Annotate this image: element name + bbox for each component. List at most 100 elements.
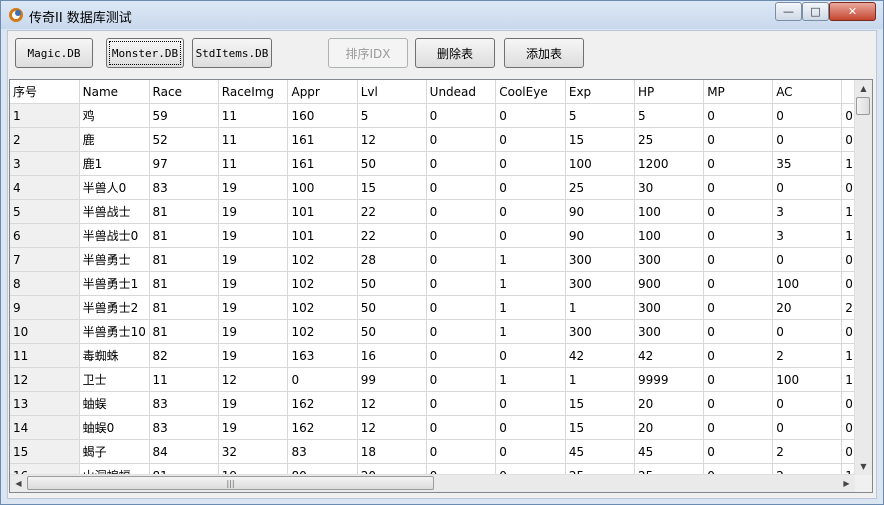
table-cell[interactable]: 0 (426, 151, 497, 176)
row-number-cell[interactable]: 9 (10, 295, 80, 320)
table-cell[interactable]: 19 (218, 319, 289, 344)
table-cell[interactable]: 102 (287, 247, 358, 272)
table-row[interactable]: 8 半兽勇士1 81 19 102 50 0 1 300 900 0 100 0 (10, 271, 872, 296)
column-header[interactable]: HP (634, 80, 705, 104)
table-cell[interactable]: 0 (426, 247, 497, 272)
table-cell[interactable]: 35 (772, 151, 843, 176)
table-cell[interactable]: 50 (357, 271, 427, 296)
table-cell[interactable]: 蝎子 (79, 439, 150, 464)
table-cell[interactable]: 1 (495, 247, 566, 272)
table-cell[interactable]: 50 (357, 295, 427, 320)
table-cell[interactable]: 19 (218, 223, 289, 248)
stditems-db-button[interactable]: StdItems.DB (192, 38, 272, 68)
table-cell[interactable]: 100 (634, 199, 705, 224)
table-row[interactable]: 3 鹿1 97 11 161 50 0 0 100 1200 0 35 1 (10, 151, 872, 176)
table-cell[interactable]: 45 (565, 439, 635, 464)
table-cell[interactable]: 102 (287, 295, 358, 320)
table-cell[interactable]: 162 (287, 415, 358, 440)
table-cell[interactable]: 蚰蜈0 (79, 415, 150, 440)
table-cell[interactable]: 5 (565, 103, 635, 128)
table-cell[interactable]: 半兽人0 (79, 175, 150, 200)
minimize-button[interactable]: — (775, 2, 802, 21)
table-cell[interactable]: 81 (149, 271, 219, 296)
table-cell[interactable]: 半兽勇士 (79, 247, 150, 272)
table-cell[interactable]: 0 (495, 151, 566, 176)
row-number-cell[interactable]: 5 (10, 199, 80, 224)
table-cell[interactable]: 83 (287, 439, 358, 464)
table-cell[interactable]: 300 (634, 295, 705, 320)
table-cell[interactable]: 毒蜘蛛 (79, 343, 150, 368)
row-number-cell[interactable]: 13 (10, 391, 80, 416)
maximize-button[interactable]: □ (802, 2, 829, 21)
table-cell[interactable]: 1 (495, 271, 566, 296)
table-cell[interactable]: 0 (772, 103, 843, 128)
table-cell[interactable]: 3 (772, 199, 843, 224)
table-cell[interactable]: 162 (287, 391, 358, 416)
table-cell[interactable]: 81 (149, 199, 219, 224)
table-cell[interactable]: 5 (357, 103, 427, 128)
row-number-cell[interactable]: 12 (10, 367, 80, 392)
table-cell[interactable]: 0 (495, 343, 566, 368)
table-cell[interactable]: 3 (772, 223, 843, 248)
table-cell[interactable]: 0 (703, 103, 774, 128)
table-cell[interactable]: 300 (565, 319, 635, 344)
table-cell[interactable]: 5 (634, 103, 705, 128)
table-cell[interactable]: 0 (703, 151, 774, 176)
table-cell[interactable]: 半兽勇士1 (79, 271, 150, 296)
table-cell[interactable]: 1 (565, 367, 635, 392)
table-cell[interactable]: 81 (149, 247, 219, 272)
table-cell[interactable]: 11 (149, 367, 219, 392)
table-cell[interactable]: 0 (703, 319, 774, 344)
table-cell[interactable]: 鹿 (79, 127, 150, 152)
table-cell[interactable]: 0 (703, 247, 774, 272)
table-cell[interactable]: 22 (357, 199, 427, 224)
vertical-scroll-thumb[interactable] (856, 97, 870, 115)
table-cell[interactable]: 0 (426, 103, 497, 128)
row-number-cell[interactable]: 6 (10, 223, 80, 248)
table-cell[interactable]: 100 (565, 151, 635, 176)
table-cell[interactable]: 900 (634, 271, 705, 296)
table-cell[interactable]: 半兽勇士10 (79, 319, 150, 344)
table-cell[interactable]: 19 (218, 295, 289, 320)
table-cell[interactable]: 0 (426, 127, 497, 152)
table-cell[interactable]: 1 (495, 319, 566, 344)
table-cell[interactable]: 90 (565, 223, 635, 248)
table-cell[interactable]: 鹿1 (79, 151, 150, 176)
table-cell[interactable]: 0 (495, 175, 566, 200)
row-number-cell[interactable]: 2 (10, 127, 80, 152)
table-cell[interactable]: 19 (218, 415, 289, 440)
table-cell[interactable]: 161 (287, 151, 358, 176)
table-cell[interactable]: 101 (287, 199, 358, 224)
table-cell[interactable]: 97 (149, 151, 219, 176)
vertical-scrollbar[interactable]: ▲ ▼ (854, 80, 872, 475)
table-cell[interactable]: 20 (634, 415, 705, 440)
table-cell[interactable]: 100 (772, 367, 843, 392)
table-cell[interactable]: 83 (149, 175, 219, 200)
table-row[interactable]: 12 卫士 11 12 0 99 0 1 1 9999 0 100 1 (10, 367, 872, 392)
table-cell[interactable]: 0 (772, 415, 843, 440)
magic-db-button[interactable]: Magic.DB (15, 38, 93, 68)
column-header[interactable]: Name (79, 80, 150, 104)
table-cell[interactable]: 0 (426, 319, 497, 344)
column-header[interactable]: Appr (287, 80, 358, 104)
table-cell[interactable]: 84 (149, 439, 219, 464)
table-cell[interactable]: 0 (495, 103, 566, 128)
table-cell[interactable]: 25 (565, 175, 635, 200)
table-cell[interactable]: 1 (495, 295, 566, 320)
table-cell[interactable]: 102 (287, 319, 358, 344)
column-header[interactable]: Exp (565, 80, 635, 104)
column-header[interactable]: CoolEye (495, 80, 566, 104)
horizontal-scroll-thumb[interactable]: ||| (27, 476, 434, 490)
table-cell[interactable]: 蚰蜈 (79, 391, 150, 416)
table-cell[interactable]: 20 (772, 295, 843, 320)
table-cell[interactable]: 50 (357, 151, 427, 176)
table-cell[interactable]: 81 (149, 295, 219, 320)
delete-table-button[interactable]: 删除表 (415, 38, 495, 68)
table-cell[interactable]: 18 (357, 439, 427, 464)
data-grid[interactable]: 序号 Name Race RaceImg Appr Lvl Undead CoolEye Exp… (9, 79, 873, 493)
table-cell[interactable]: 300 (634, 247, 705, 272)
table-cell[interactable]: 0 (426, 367, 497, 392)
table-cell[interactable]: 20 (634, 391, 705, 416)
table-cell[interactable]: 163 (287, 343, 358, 368)
table-cell[interactable]: 300 (565, 271, 635, 296)
